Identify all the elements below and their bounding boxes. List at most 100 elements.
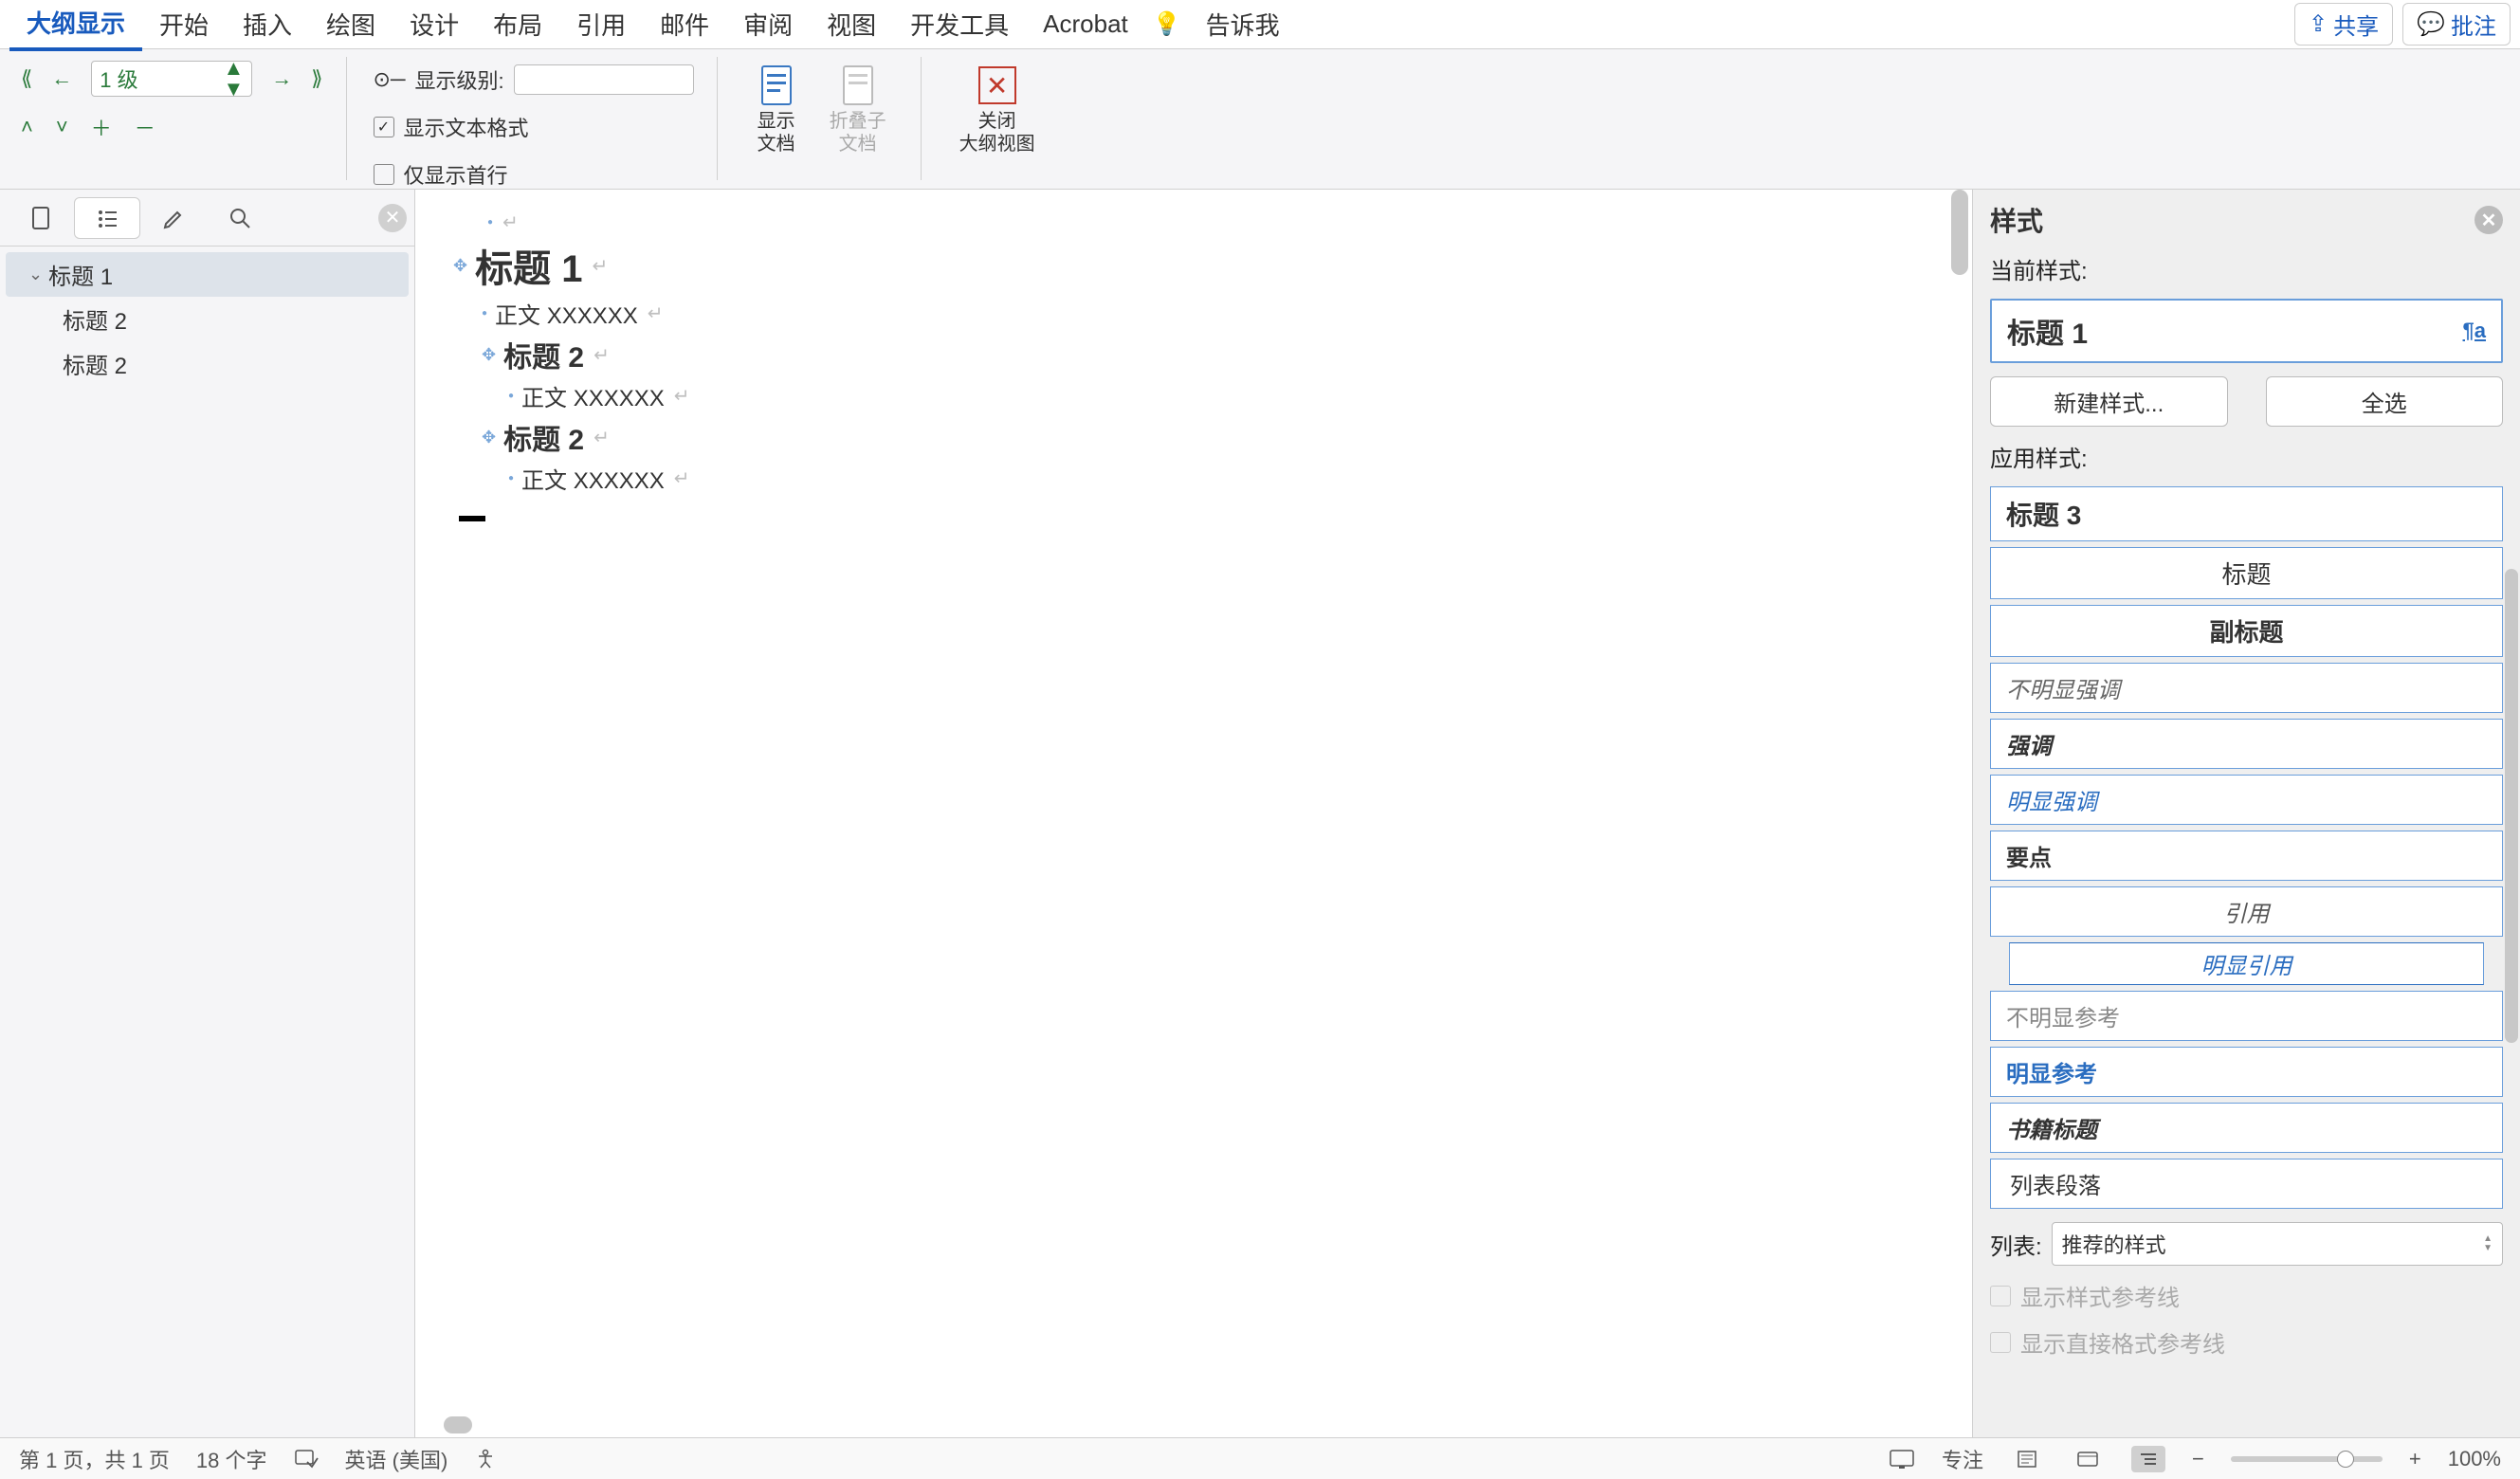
nav-tab-edit[interactable]: [140, 197, 207, 239]
nav-close-button[interactable]: ✕: [378, 204, 407, 232]
tab-outline[interactable]: 大纲显示: [9, 0, 142, 51]
show-style-guides-row[interactable]: 显示样式参考线: [1990, 1279, 2503, 1312]
display-settings-icon[interactable]: [1889, 1449, 1915, 1470]
style-item[interactable]: 标题: [1990, 547, 2503, 599]
tab-layout[interactable]: 布局: [476, 0, 559, 49]
tab-insert[interactable]: 插入: [226, 0, 309, 49]
view-web-layout[interactable]: [2071, 1446, 2105, 1472]
outline-line[interactable]: ✥ 标题 1 ↵: [453, 236, 1934, 295]
expand-icon[interactable]: ＋: [91, 112, 112, 142]
zoom-in-icon[interactable]: +: [2409, 1447, 2421, 1471]
status-page[interactable]: 第 1 页，共 1 页: [19, 1444, 170, 1474]
checkbox-first-line-only[interactable]: [374, 164, 394, 185]
stepper-icon[interactable]: ▲▼: [223, 58, 244, 100]
show-level-dropdown[interactable]: [514, 64, 694, 95]
status-focus[interactable]: 专注: [1942, 1444, 1983, 1474]
view-outline[interactable]: [2131, 1446, 2165, 1472]
style-item[interactable]: 不明显参考: [1990, 991, 2503, 1041]
chevron-down-icon[interactable]: ⌄: [28, 265, 43, 284]
tab-home[interactable]: 开始: [142, 0, 226, 49]
tab-draw[interactable]: 绘图: [309, 0, 393, 49]
zoom-slider[interactable]: [2231, 1456, 2383, 1462]
comments-button[interactable]: 💬 批注: [2402, 3, 2511, 46]
status-language[interactable]: 英语 (美国): [345, 1444, 448, 1474]
select-all-button[interactable]: 全选: [2266, 376, 2504, 427]
collapse-subdoc-button[interactable]: 折叠子 文档: [818, 61, 898, 159]
nav-tab-thumbnails[interactable]: [8, 197, 74, 239]
outline-text[interactable]: 标题 1: [475, 238, 582, 293]
tab-acrobat[interactable]: Acrobat: [1026, 2, 1145, 46]
style-item[interactable]: 书籍标题: [1990, 1103, 2503, 1153]
tab-mailings[interactable]: 邮件: [643, 0, 726, 49]
show-text-format-row[interactable]: 显示文本格式: [374, 108, 694, 146]
checkbox-show-direct-guides[interactable]: [1990, 1332, 2011, 1353]
grip-icon[interactable]: ✥: [453, 256, 467, 276]
checkbox-show-text-format[interactable]: [374, 117, 394, 137]
nav-item-h2[interactable]: 标题 2: [6, 297, 409, 341]
horizontal-scrollbar[interactable]: [415, 1416, 1972, 1433]
zoom-value[interactable]: 100%: [2448, 1447, 2501, 1471]
style-item[interactable]: 列表段落: [1990, 1159, 2503, 1209]
promote-to-h1-icon[interactable]: ⟪: [21, 66, 32, 91]
outline-line[interactable]: ✥ 标题 2 ↵: [482, 414, 1934, 460]
grip-icon[interactable]: ✥: [482, 428, 496, 447]
demote-icon[interactable]: →: [271, 66, 292, 91]
status-words[interactable]: 18 个字: [196, 1444, 267, 1474]
scrollbar-thumb[interactable]: [1951, 190, 1968, 275]
list-filter-dropdown[interactable]: 推荐的样式 ▲▼: [2052, 1222, 2503, 1266]
move-down-icon[interactable]: ˅: [56, 115, 68, 139]
tab-view[interactable]: 视图: [810, 0, 893, 49]
zoom-knob[interactable]: [2337, 1451, 2354, 1468]
outline-text[interactable]: 标题 2: [503, 334, 584, 375]
grip-icon[interactable]: ✥: [482, 345, 496, 365]
checkbox-show-style-guides[interactable]: [1990, 1286, 2011, 1306]
zoom-out-icon[interactable]: −: [2192, 1447, 2204, 1471]
style-item[interactable]: 标题 3: [1990, 486, 2503, 541]
outline-text[interactable]: 正文 XXXXXX: [495, 297, 638, 330]
style-item[interactable]: 强调: [1990, 719, 2503, 769]
new-style-button[interactable]: 新建样式...: [1990, 376, 2228, 427]
first-line-only-row[interactable]: 仅显示首行: [374, 155, 694, 193]
nav-tab-headings[interactable]: [74, 197, 140, 239]
outline-text[interactable]: 正文 XXXXXX: [521, 462, 665, 495]
style-item[interactable]: 明显引用: [2009, 942, 2484, 985]
styles-scrollbar[interactable]: [2505, 569, 2518, 1043]
scrollbar-thumb[interactable]: [444, 1416, 472, 1433]
outline-text[interactable]: 正文 XXXXXX: [521, 379, 665, 412]
outline-line[interactable]: ✥ 标题 2 ↵: [482, 332, 1934, 377]
collapse-icon[interactable]: －: [135, 112, 155, 142]
outline-level-select[interactable]: 1 级 ▲▼: [91, 61, 252, 97]
tab-design[interactable]: 设计: [393, 0, 476, 49]
outline-line[interactable]: ● 正文 XXXXXX ↵: [508, 377, 1934, 414]
nav-item-h2[interactable]: 标题 2: [6, 341, 409, 386]
vertical-scrollbar[interactable]: [1951, 190, 1968, 1437]
document-canvas[interactable]: ● ↵ ✥ 标题 1 ↵ ● 正文 XXXXXX ↵ ✥ 标题 2 ↵ ● 正文…: [415, 190, 1972, 1437]
styles-close-button[interactable]: ✕: [2474, 206, 2503, 234]
move-up-icon[interactable]: ˄: [21, 115, 33, 139]
style-item[interactable]: 要点: [1990, 831, 2503, 881]
style-item[interactable]: 明显参考: [1990, 1047, 2503, 1097]
show-direct-guides-row[interactable]: 显示直接格式参考线: [1990, 1325, 2503, 1359]
close-outline-button[interactable]: ✕ 关闭 大纲视图: [948, 61, 1047, 159]
style-item[interactable]: 引用: [1990, 886, 2503, 937]
tab-developer[interactable]: 开发工具: [893, 0, 1026, 49]
accessibility-icon[interactable]: [474, 1448, 497, 1470]
tell-me[interactable]: 告诉我: [1189, 0, 1297, 49]
nav-tab-search[interactable]: [207, 197, 273, 239]
tab-references[interactable]: 引用: [559, 0, 643, 49]
demote-to-body-icon[interactable]: ⟫: [311, 66, 322, 91]
show-document-button[interactable]: 显示 文档: [744, 61, 809, 159]
style-item[interactable]: 不明显强调: [1990, 663, 2503, 713]
tab-review[interactable]: 审阅: [726, 0, 810, 49]
view-print-layout[interactable]: [2010, 1446, 2044, 1472]
share-button[interactable]: ⇪ 共享: [2294, 3, 2393, 46]
spellcheck-icon[interactable]: [294, 1449, 319, 1470]
style-item[interactable]: 副标题: [1990, 605, 2503, 657]
style-item[interactable]: 明显强调: [1990, 775, 2503, 825]
outline-text[interactable]: 标题 2: [503, 416, 584, 458]
outline-line[interactable]: ● 正文 XXXXXX ↵: [482, 295, 1934, 332]
outline-line[interactable]: ● 正文 XXXXXX ↵: [508, 460, 1934, 497]
nav-item-h1[interactable]: ⌄ 标题 1: [6, 252, 409, 297]
stepper-icon[interactable]: ▲▼: [2483, 1234, 2493, 1253]
current-style-box[interactable]: 标题 1 ¶a: [1990, 299, 2503, 363]
